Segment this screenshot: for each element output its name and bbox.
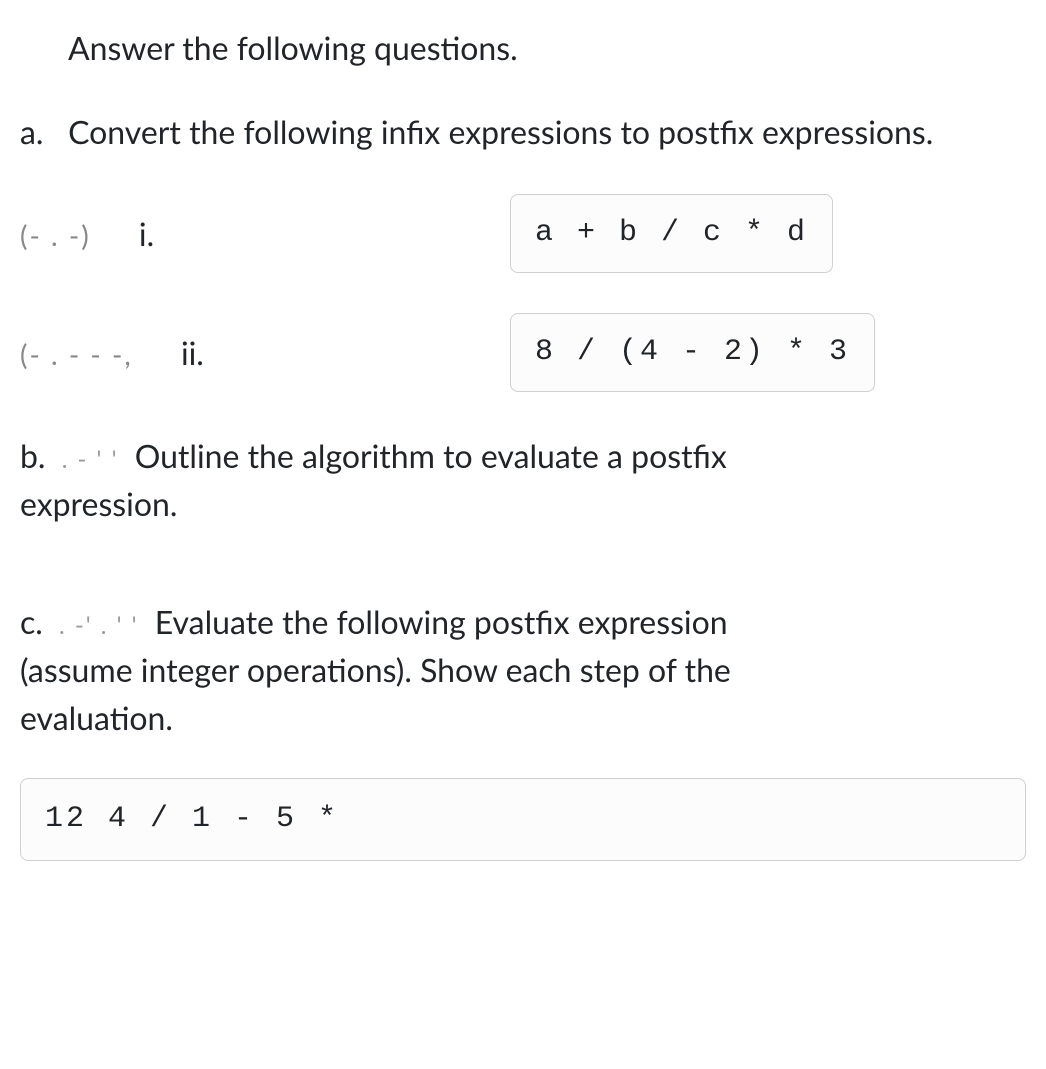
redacted-text: . -' . ' ' <box>59 611 139 640</box>
part-b-label: b. <box>20 436 45 475</box>
part-a-label: a. <box>20 112 43 151</box>
part-a-text: Convert the following infix expressions … <box>68 112 933 151</box>
redacted-text: (- . -) <box>20 218 91 252</box>
roman-label-ii: ii. <box>181 333 204 372</box>
expression-box-ii: 8 / (4 - 2) * 3 <box>510 313 875 392</box>
redacted-text: (- . - - -, <box>20 337 133 371</box>
part-b-text-1: Outline the algorithm to evaluate a post… <box>135 436 727 475</box>
expression-box-c: 12 4 / 1 - 5 * <box>20 778 1026 861</box>
roman-label-i: i. <box>139 214 154 253</box>
part-b: b. . - ' ' Outline the algorithm to eval… <box>20 432 1026 528</box>
part-c-label: c. <box>20 602 43 641</box>
subitem-ii-label: (- . - - -, ii. <box>20 329 510 377</box>
part-a: a. Convert the following infix expressio… <box>20 108 1026 156</box>
part-c-text-1: Evaluate the following postfix expressio… <box>155 602 728 641</box>
subitem-i-label: (- . -) i. <box>20 210 510 258</box>
redacted-text: . - ' ' <box>62 445 119 474</box>
part-a-subitems: (- . -) i. a + b / c * d (- . - - -, ii.… <box>20 194 1026 392</box>
part-b-text-2: expression. <box>20 484 177 523</box>
part-c-text-3: evaluation. <box>20 698 173 737</box>
part-c-text-2: (assume integer operations). Show each s… <box>20 650 731 689</box>
part-c: c. . -' . ' ' Evaluate the following pos… <box>20 598 1026 742</box>
subitem-ii: (- . - - -, ii. 8 / (4 - 2) * 3 <box>20 313 1026 392</box>
expression-box-i: a + b / c * d <box>510 194 833 273</box>
intro-text: Answer the following questions. <box>68 24 1026 72</box>
subitem-i: (- . -) i. a + b / c * d <box>20 194 1026 273</box>
